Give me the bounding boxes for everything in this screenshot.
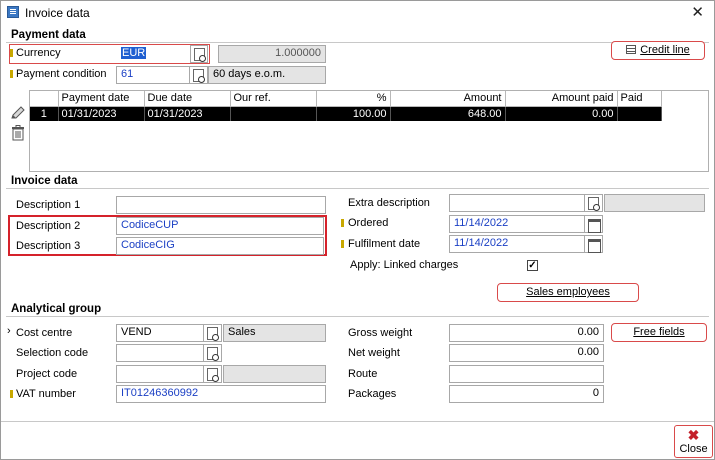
column-header[interactable] xyxy=(30,91,59,107)
gross-weight-field[interactable]: 0.00 xyxy=(449,324,604,342)
edit-pencil-icon[interactable] xyxy=(10,105,26,121)
extra-description-label: Extra description xyxy=(348,197,430,209)
packages-label: Packages xyxy=(348,388,397,400)
payments-header-row: Payment date Due date Our ref. % Amount … xyxy=(30,91,662,107)
project-code-lookup-icon[interactable] xyxy=(204,365,222,383)
current-row-chevron-icon: › xyxy=(7,325,11,337)
table-row[interactable]: 1 01/31/2023 01/31/2023 100.00 648.00 0.… xyxy=(30,106,662,121)
route-field[interactable] xyxy=(449,365,604,383)
invoice-data-heading: Invoice data xyxy=(11,175,78,187)
table-cell: 01/31/2023 xyxy=(58,106,145,121)
sales-employees-label: Sales employees xyxy=(526,286,610,298)
column-header[interactable]: Amount paid xyxy=(505,91,618,107)
selection-code-lookup-icon[interactable] xyxy=(204,344,222,362)
vat-number-label: VAT number xyxy=(16,388,76,400)
linked-charges-checkbox[interactable]: ✓ xyxy=(527,260,538,271)
payment-data-divider xyxy=(6,42,709,43)
description1-label: Description 1 xyxy=(16,199,81,211)
column-header[interactable]: Our ref. xyxy=(230,91,317,107)
currency-lookup-icon[interactable] xyxy=(190,45,208,63)
cost-centre-description: Sales xyxy=(223,324,326,342)
table-cell: 648.00 xyxy=(390,106,506,121)
free-fields-label: Free fields xyxy=(633,326,685,338)
currency-value: EUR xyxy=(121,47,147,59)
required-marker xyxy=(10,49,13,57)
extra-description-field[interactable] xyxy=(449,194,585,212)
ordered-label: Ordered xyxy=(348,217,389,229)
delete-trash-icon[interactable] xyxy=(11,125,25,141)
fulfilment-date-field[interactable]: 11/14/2022 xyxy=(449,235,585,253)
extra-description-lookup-icon[interactable] xyxy=(585,194,603,212)
table-cell: 01/31/2023 xyxy=(144,106,231,121)
linked-charges-label: Apply: Linked charges xyxy=(350,259,459,271)
description3-label: Description 3 xyxy=(16,240,81,252)
cost-centre-lookup-icon[interactable] xyxy=(204,324,222,342)
payments-grid[interactable]: Payment date Due date Our ref. % Amount … xyxy=(29,90,709,172)
payment-condition-label: Payment condition xyxy=(16,68,107,80)
currency-field[interactable]: EUR xyxy=(116,45,190,63)
required-marker xyxy=(10,70,13,78)
table-cell: 0.00 xyxy=(505,106,618,121)
description3-field[interactable]: CodiceCIG xyxy=(116,237,324,255)
close-button[interactable]: ✖ Close xyxy=(674,425,713,458)
route-label: Route xyxy=(348,368,378,380)
description2-label: Description 2 xyxy=(16,220,81,232)
net-weight-field[interactable]: 0.00 xyxy=(449,344,604,362)
table-cell xyxy=(230,106,317,121)
column-header[interactable]: Amount xyxy=(390,91,506,107)
payment-condition-code-field[interactable]: 61 xyxy=(116,66,190,84)
title-bar: Invoice data ✕ xyxy=(1,1,714,23)
selection-code-field[interactable] xyxy=(116,344,204,362)
payment-data-heading: Payment data xyxy=(11,29,86,41)
project-code-field[interactable] xyxy=(116,365,204,383)
window-close-icon[interactable]: ✕ xyxy=(691,3,704,21)
invoice-data-divider xyxy=(6,188,709,189)
column-header[interactable]: Paid xyxy=(617,91,662,107)
close-label: Close xyxy=(679,443,708,455)
ordered-calendar-icon[interactable] xyxy=(585,215,603,233)
gross-weight-label: Gross weight xyxy=(348,327,413,339)
close-icon: ✖ xyxy=(687,427,700,443)
sales-employees-button[interactable]: Sales employees xyxy=(497,283,639,302)
fulfilment-date-label: Fulfilment date xyxy=(348,238,421,250)
analytical-group-heading: Analytical group xyxy=(11,303,102,315)
column-header[interactable]: Payment date xyxy=(58,91,145,107)
column-header[interactable]: Due date xyxy=(144,91,231,107)
free-fields-button[interactable]: Free fields xyxy=(611,323,707,342)
packages-field[interactable]: 0 xyxy=(449,385,604,403)
credit-line-label: Credit line xyxy=(640,44,690,56)
net-weight-label: Net weight xyxy=(348,347,400,359)
credit-line-button[interactable]: Credit line xyxy=(611,41,705,60)
app-icon xyxy=(7,6,19,18)
selection-code-label: Selection code xyxy=(16,347,89,359)
credit-line-icon xyxy=(626,45,637,54)
payments-table: Payment date Due date Our ref. % Amount … xyxy=(30,91,662,121)
required-marker xyxy=(10,390,13,398)
required-marker xyxy=(341,240,344,248)
table-cell: 100.00 xyxy=(316,106,391,121)
cost-centre-label: Cost centre xyxy=(16,327,73,339)
exchange-rate-field: 1.000000 xyxy=(218,45,326,63)
invoice-data-window: Invoice data ✕ Payment data Currency EUR… xyxy=(0,0,715,460)
currency-label: Currency xyxy=(16,47,61,59)
description2-field[interactable]: CodiceCUP xyxy=(116,217,324,235)
project-code-description xyxy=(223,365,326,383)
window-title: Invoice data xyxy=(25,6,90,20)
table-cell xyxy=(617,106,662,121)
payment-condition-description: 60 days e.o.m. xyxy=(208,66,326,84)
description1-field[interactable] xyxy=(116,196,326,214)
project-code-label: Project code xyxy=(16,368,78,380)
column-header[interactable]: % xyxy=(316,91,391,107)
analytical-group-divider xyxy=(6,316,709,317)
table-cell: 1 xyxy=(30,106,59,121)
footer-divider xyxy=(1,421,714,422)
payment-condition-lookup-icon[interactable] xyxy=(190,66,208,84)
cost-centre-code-field[interactable]: VEND xyxy=(116,324,204,342)
ordered-date-field[interactable]: 11/14/2022 xyxy=(449,215,585,233)
vat-number-field[interactable]: IT01246360992 xyxy=(116,385,326,403)
fulfilment-calendar-icon[interactable] xyxy=(585,235,603,253)
required-marker xyxy=(341,219,344,227)
extra-description-detail xyxy=(604,194,705,212)
